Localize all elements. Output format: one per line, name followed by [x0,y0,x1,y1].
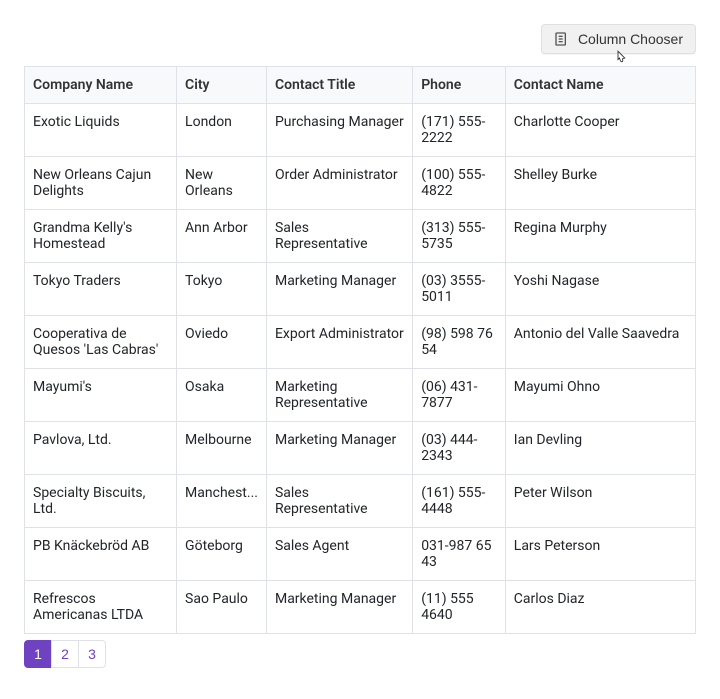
cell-contact-title: Export Administrator [266,316,412,369]
cell-phone: (03) 3555-5011 [413,263,506,316]
cell-contact-title: Marketing Representative [266,369,412,422]
table-row[interactable]: Cooperativa de Quesos 'Las Cabras'Oviedo… [25,316,696,369]
table-row[interactable]: Grandma Kelly's HomesteadAnn ArborSales … [25,210,696,263]
cell-company: Specialty Biscuits, Ltd. [25,475,177,528]
cell-contact-name: Ian Devling [505,422,695,475]
cell-city: London [177,104,267,157]
cell-contact-name: Shelley Burke [505,157,695,210]
column-chooser-button[interactable]: Column Chooser [541,24,696,54]
cell-contact-title: Sales Agent [266,528,412,581]
cell-contact-title: Purchasing Manager [266,104,412,157]
column-header-contact-title[interactable]: Contact Title [266,67,412,104]
data-grid: Company Name City Contact Title Phone Co… [24,66,696,634]
cell-city: Tokyo [177,263,267,316]
page-button-2[interactable]: 2 [51,640,79,668]
cell-contact-title: Sales Representative [266,475,412,528]
table-row[interactable]: Exotic LiquidsLondonPurchasing Manager(1… [25,104,696,157]
cell-company: PB Knäckebröd AB [25,528,177,581]
cell-contact-title: Marketing Manager [266,263,412,316]
page-button-3[interactable]: 3 [78,640,106,668]
table-row[interactable]: Refrescos Americanas LTDASao PauloMarket… [25,581,696,634]
cell-city: Oviedo [177,316,267,369]
cell-city: Göteborg [177,528,267,581]
cell-phone: (03) 444-2343 [413,422,506,475]
column-header-company-name[interactable]: Company Name [25,67,177,104]
cell-contact-name: Lars Peterson [505,528,695,581]
cell-phone: (11) 555 4640 [413,581,506,634]
cell-company: Cooperativa de Quesos 'Las Cabras' [25,316,177,369]
table-row[interactable]: PB Knäckebröd ABGöteborgSales Agent031-9… [25,528,696,581]
cell-company: New Orleans Cajun Delights [25,157,177,210]
cell-phone: (161) 555-4448 [413,475,506,528]
cell-contact-name: Charlotte Cooper [505,104,695,157]
cell-company: Pavlova, Ltd. [25,422,177,475]
header-row: Company Name City Contact Title Phone Co… [25,67,696,104]
cell-phone: (98) 598 76 54 [413,316,506,369]
column-header-phone[interactable]: Phone [413,67,506,104]
pager: 123 [24,640,696,668]
cell-contact-name: Antonio del Valle Saavedra [505,316,695,369]
cell-phone: (313) 555-5735 [413,210,506,263]
cell-city: Ann Arbor [177,210,267,263]
cell-city: New Orleans [177,157,267,210]
cell-contact-name: Yoshi Nagase [505,263,695,316]
cell-company: Refrescos Americanas LTDA [25,581,177,634]
cell-contact-title: Marketing Manager [266,422,412,475]
cell-phone: (06) 431-7877 [413,369,506,422]
table-row[interactable]: New Orleans Cajun DelightsNew OrleansOrd… [25,157,696,210]
table-row[interactable]: Tokyo TradersTokyoMarketing Manager(03) … [25,263,696,316]
column-header-contact-name[interactable]: Contact Name [505,67,695,104]
page-button-1[interactable]: 1 [24,640,52,668]
cell-contact-name: Carlos Diaz [505,581,695,634]
grid-toolbar: Column Chooser [24,24,696,54]
cell-contact-name: Regina Murphy [505,210,695,263]
cell-phone: (171) 555-2222 [413,104,506,157]
column-chooser-label: Column Chooser [578,31,683,47]
table-row[interactable]: Specialty Biscuits, Ltd.Manchest...Sales… [25,475,696,528]
cell-city: Melbourne [177,422,267,475]
cell-contact-title: Sales Representative [266,210,412,263]
table-row[interactable]: Mayumi'sOsakaMarketing Representative(06… [25,369,696,422]
column-header-city[interactable]: City [177,67,267,104]
cell-city: Manchest... [177,475,267,528]
cell-company: Tokyo Traders [25,263,177,316]
cell-contact-name: Peter Wilson [505,475,695,528]
cell-city: Sao Paulo [177,581,267,634]
cell-phone: (100) 555-4822 [413,157,506,210]
cell-phone: 031-987 65 43 [413,528,506,581]
cell-company: Mayumi's [25,369,177,422]
column-chooser-icon [554,31,570,47]
cell-contact-title: Marketing Manager [266,581,412,634]
cell-company: Grandma Kelly's Homestead [25,210,177,263]
cell-city: Osaka [177,369,267,422]
cell-contact-title: Order Administrator [266,157,412,210]
cell-contact-name: Mayumi Ohno [505,369,695,422]
cell-company: Exotic Liquids [25,104,177,157]
table-row[interactable]: Pavlova, Ltd.MelbourneMarketing Manager(… [25,422,696,475]
